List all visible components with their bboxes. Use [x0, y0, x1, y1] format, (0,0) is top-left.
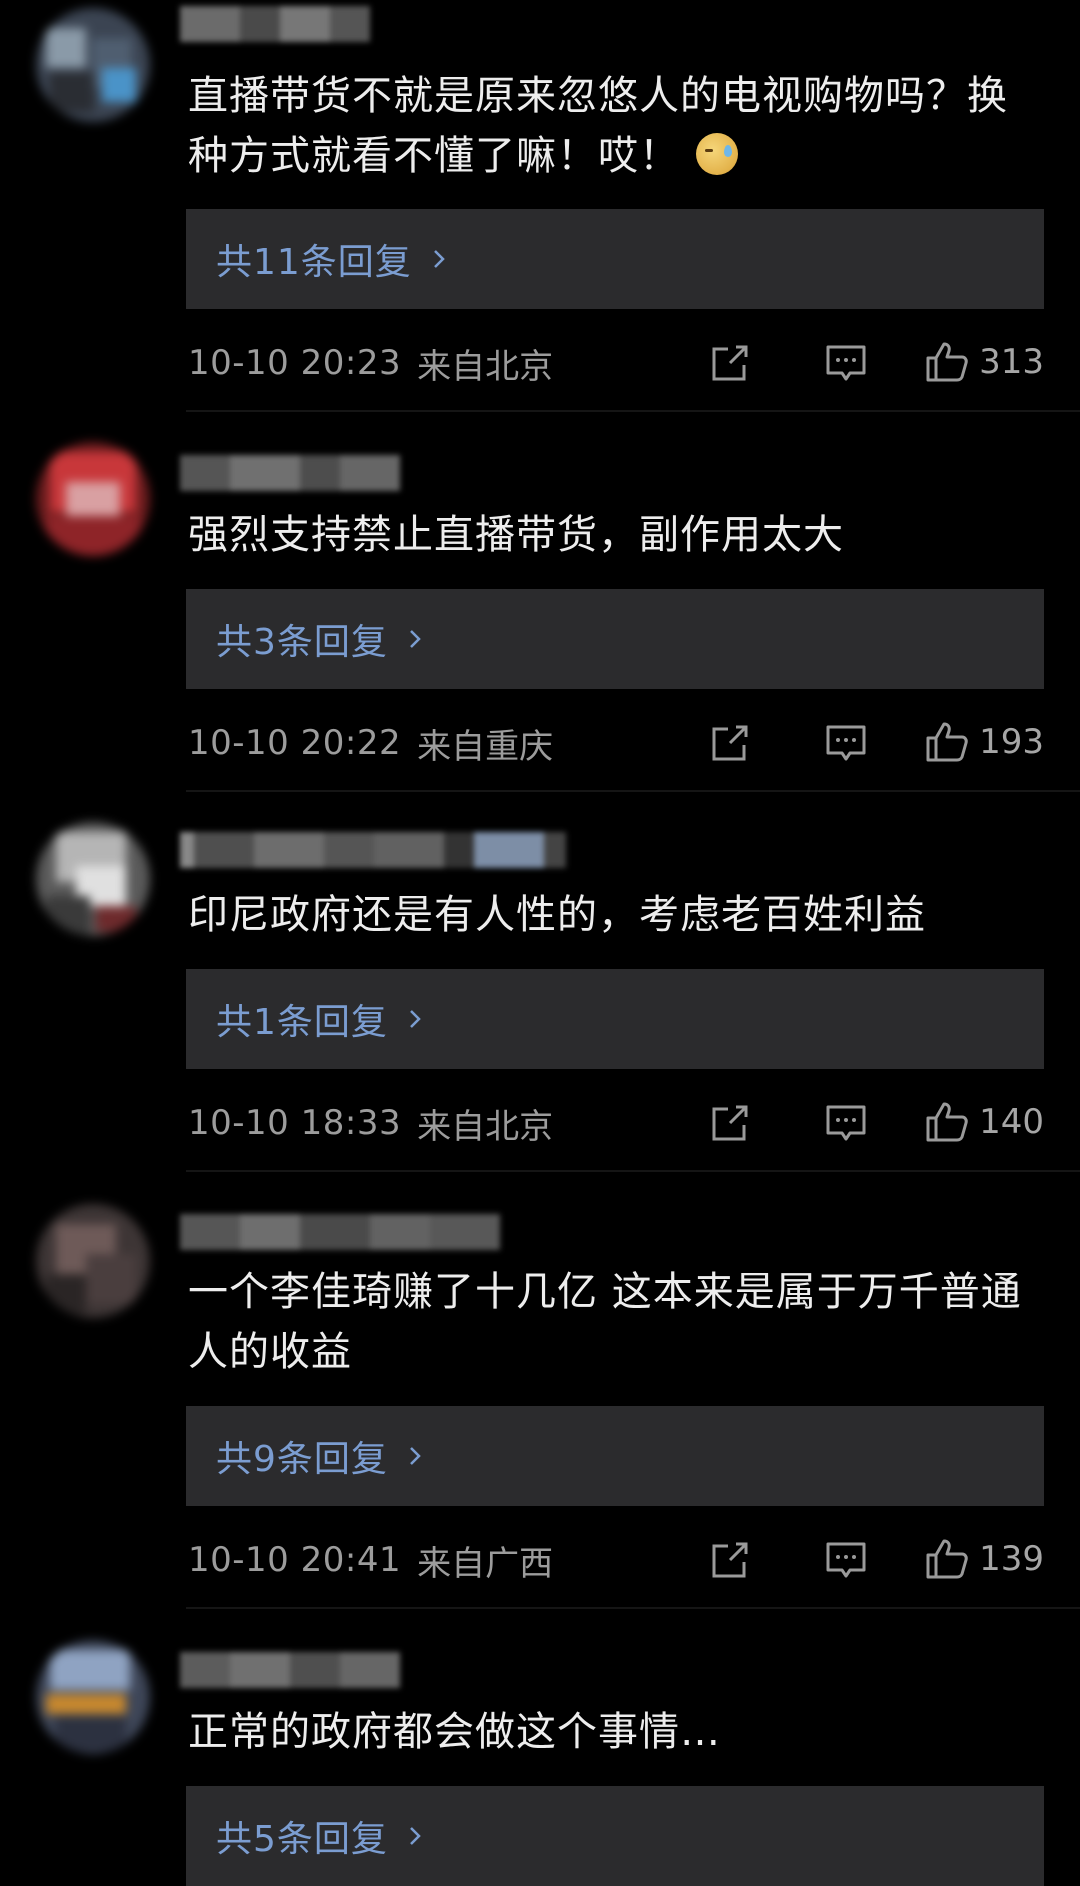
action-bar: 313	[188, 338, 1044, 388]
replies-count-label: 共9条回复	[216, 1439, 388, 1480]
like-count: 313	[979, 342, 1044, 382]
avatar[interactable]	[36, 822, 150, 936]
avatar[interactable]	[36, 1204, 150, 1318]
avatar[interactable]	[36, 8, 150, 122]
comment-meta: 10-10 20:22 来自重庆 193	[188, 718, 1044, 768]
divider	[186, 790, 1080, 792]
view-replies-button[interactable]: 共9条回复	[186, 1406, 1044, 1506]
like-count: 139	[979, 1539, 1044, 1579]
comment-text: 一个李佳琦赚了十几亿 这本来是属于万千普通人的收益	[188, 1262, 1048, 1382]
comment-icon[interactable]	[822, 1536, 870, 1584]
comment-text: 正常的政府都会做这个事情…	[188, 1702, 1048, 1762]
share-icon[interactable]	[706, 719, 754, 767]
comment-text: 直播带货不就是原来忽悠人的电视购物吗？换种方式就看不懂了嘛！哎！	[188, 66, 1048, 186]
comment-text: 强烈支持禁止直播带货，副作用太大	[188, 505, 1048, 565]
thumbs-up-icon[interactable]	[922, 718, 970, 766]
view-replies-button[interactable]: 共5条回复	[186, 1786, 1044, 1886]
view-replies-button[interactable]: 共3条回复	[186, 589, 1044, 689]
chevron-right-icon	[433, 250, 445, 268]
replies-count-label: 共1条回复	[216, 1002, 388, 1043]
comment-text-content: 正常的政府都会做这个事情…	[188, 1709, 721, 1755]
comment-text-content: 印尼政府还是有人性的，考虑老百姓利益	[188, 892, 926, 938]
chevron-right-icon	[410, 1010, 421, 1028]
sweat-emoji-icon	[696, 133, 738, 175]
comment-text-content: 强烈支持禁止直播带货，副作用太大	[188, 512, 844, 558]
thumbs-up-icon[interactable]	[922, 1535, 970, 1583]
username-blurred[interactable]	[180, 6, 370, 42]
comment-icon[interactable]	[822, 719, 870, 767]
username-blurred[interactable]	[180, 1214, 500, 1250]
username-blurred[interactable]	[180, 1652, 400, 1688]
avatar[interactable]	[36, 442, 150, 556]
share-icon[interactable]	[706, 1099, 754, 1147]
like-count: 140	[979, 1102, 1044, 1142]
action-bar: 140	[188, 1098, 1044, 1148]
replies-count-label: 共5条回复	[216, 1819, 388, 1860]
divider	[186, 410, 1080, 412]
username-blurred[interactable]	[180, 832, 566, 868]
avatar[interactable]	[36, 1640, 150, 1754]
comment-text: 印尼政府还是有人性的，考虑老百姓利益	[188, 885, 1048, 945]
thumbs-up-icon[interactable]	[922, 1098, 970, 1146]
comment-icon[interactable]	[822, 1099, 870, 1147]
replies-count-label: 共11条回复	[216, 242, 412, 283]
comment-meta: 10-10 18:33 来自北京 140	[188, 1098, 1044, 1148]
view-replies-button[interactable]: 共1条回复	[186, 969, 1044, 1069]
thumbs-up-icon[interactable]	[922, 338, 970, 386]
comment-meta: 10-10 20:23 来自北京 313	[188, 338, 1044, 388]
comment-text-content: 直播带货不就是原来忽悠人的电视购物吗？换种方式就看不懂了嘛！哎！	[188, 73, 1008, 179]
action-bar: 139	[188, 1535, 1044, 1585]
share-icon[interactable]	[706, 1536, 754, 1584]
comment-text-content: 一个李佳琦赚了十几亿 这本来是属于万千普通人的收益	[188, 1269, 1022, 1375]
replies-count-label: 共3条回复	[216, 622, 388, 663]
comment-icon[interactable]	[822, 339, 870, 387]
view-replies-button[interactable]: 共11条回复	[186, 209, 1044, 309]
username-blurred[interactable]	[180, 455, 400, 491]
divider	[186, 1607, 1080, 1609]
chevron-right-icon	[410, 1447, 421, 1465]
chevron-right-icon	[410, 630, 421, 648]
divider	[186, 1170, 1080, 1172]
action-bar: 193	[188, 718, 1044, 768]
share-icon[interactable]	[706, 339, 754, 387]
comment-meta: 10-10 20:41 来自广西 139	[188, 1535, 1044, 1585]
like-count: 193	[979, 722, 1044, 762]
